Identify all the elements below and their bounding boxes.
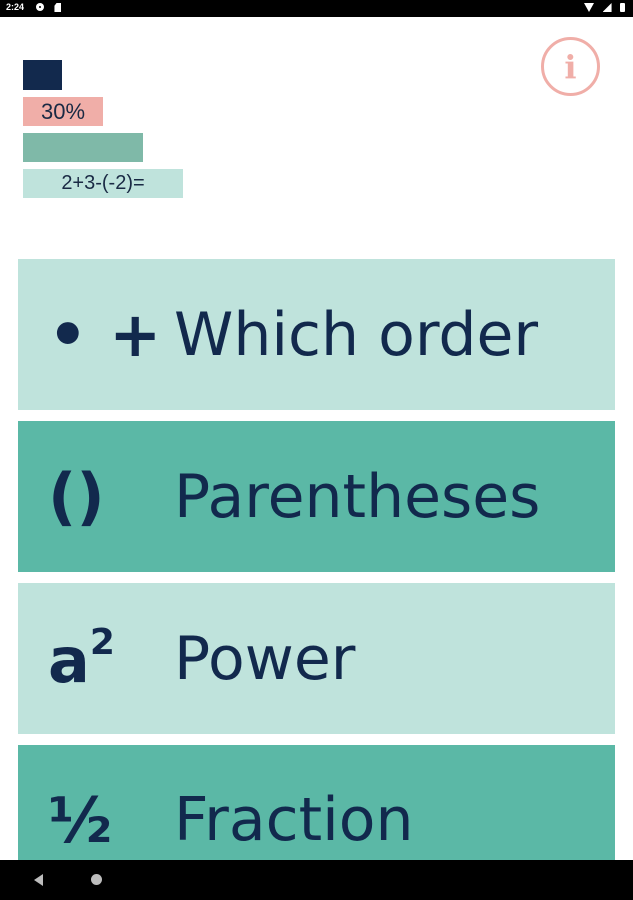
progress-bar-teal bbox=[23, 133, 143, 162]
parentheses-icon: () bbox=[48, 459, 105, 533]
topic-card-which-order[interactable]: • + Which order bbox=[18, 259, 615, 410]
power-icon: a2 bbox=[18, 625, 168, 692]
topic-label: Fraction bbox=[174, 785, 414, 855]
topic-card-fraction[interactable]: ½ Fraction bbox=[18, 745, 615, 860]
status-bar: 2:24 bbox=[0, 0, 633, 17]
topic-label: Power bbox=[174, 623, 356, 694]
back-icon[interactable] bbox=[34, 874, 43, 886]
power-base: a bbox=[48, 624, 90, 697]
expression-badge: 2+3-(-2)= bbox=[23, 169, 183, 198]
status-left-icons bbox=[36, 3, 67, 21]
signal-icon bbox=[602, 3, 612, 12]
gear-icon bbox=[36, 3, 44, 11]
fraction-icon: ½ bbox=[48, 784, 113, 857]
dot-plus-icon: • + bbox=[48, 297, 162, 371]
score-percent-badge: 30% bbox=[23, 97, 103, 126]
status-time: 2:24 bbox=[6, 2, 25, 12]
topic-label: Which order bbox=[174, 299, 539, 370]
battery-icon bbox=[620, 3, 625, 12]
power-exponent: 2 bbox=[89, 622, 115, 663]
home-icon[interactable] bbox=[91, 874, 102, 885]
progress-bar-navy bbox=[23, 60, 62, 90]
info-button[interactable]: i bbox=[541, 37, 600, 96]
info-icon: i bbox=[564, 47, 577, 86]
sd-card-icon bbox=[54, 3, 62, 12]
status-right-icons bbox=[584, 3, 625, 21]
topic-card-power[interactable]: a2 Power bbox=[18, 583, 615, 734]
topic-card-parentheses[interactable]: () Parentheses bbox=[18, 421, 615, 572]
wifi-icon bbox=[584, 3, 595, 12]
topic-label: Parentheses bbox=[174, 461, 541, 532]
navigation-bar bbox=[0, 860, 633, 900]
